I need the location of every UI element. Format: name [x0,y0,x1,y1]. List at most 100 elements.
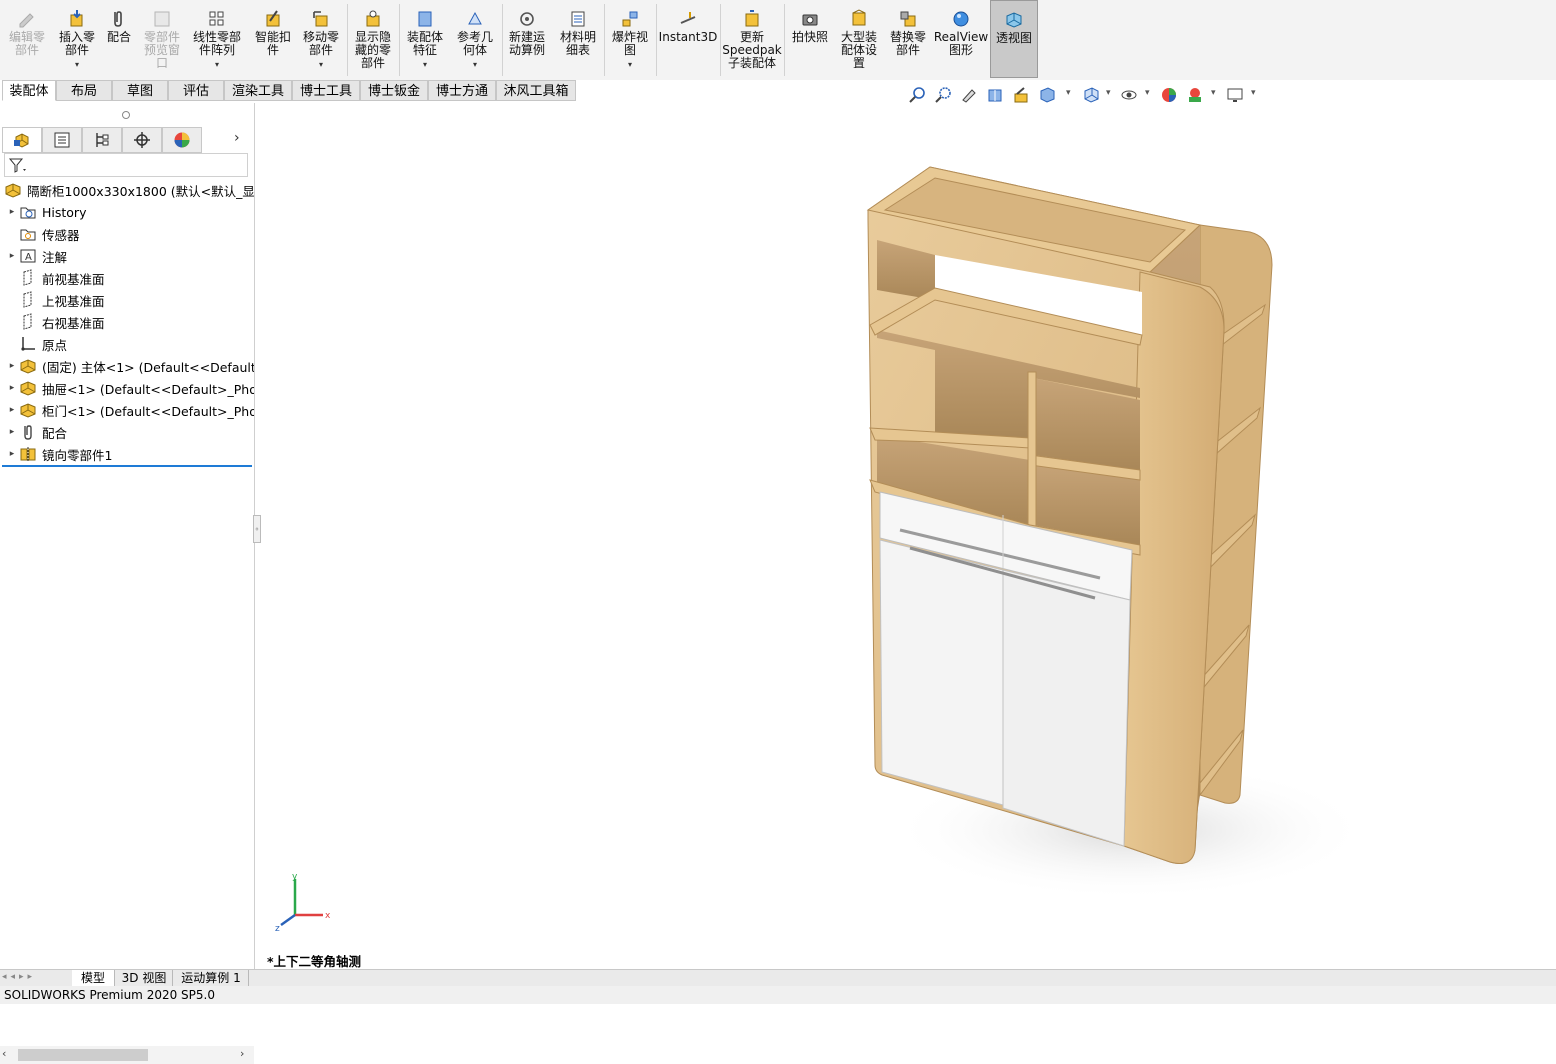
dropdown-arrow-icon[interactable]: ▾ [1066,88,1071,98]
bill-of-materials-button[interactable]: 材料明 细表 [554,0,602,78]
view-orientation-icon[interactable] [1038,86,1056,104]
tree-item[interactable]: ▸ (固定) 主体<1> (Default<<Default>_ [0,355,254,377]
dropdown-arrow-icon[interactable]: ▾ [1106,88,1111,98]
tree-item[interactable]: 传感器 [0,223,254,245]
tab-model[interactable]: 模型 [72,970,115,986]
tree-item[interactable]: 原点 [0,333,254,355]
show-hidden-components-button[interactable]: 显示隐 藏的零 部件 [350,0,396,78]
move-component-button[interactable]: 移动零 部件 ▾ [298,0,344,78]
dropdown-arrow-icon[interactable]: ▾ [423,58,427,71]
manager-tabs: › [0,127,254,155]
instant3d-icon [680,12,696,24]
tab-configurationmanager[interactable] [82,127,122,153]
propertymanager-tab-icon [54,132,70,148]
tab-boshi-tools[interactable]: 博士工具 [292,80,360,101]
previous-view-icon[interactable] [960,86,978,104]
tree-item[interactable]: ▸ 抽屉<1> (Default<<Default>_Photo [0,377,254,399]
dropdown-arrow-icon[interactable]: ▾ [628,58,632,71]
tab-motion-study[interactable]: 运动算例 1 [174,970,249,986]
dynamic-annotation-icon[interactable] [1012,86,1030,104]
dropdown-arrow-icon[interactable]: ▾ [1211,88,1216,98]
tab-mufeng-toolbox[interactable]: 沐风工具箱 [496,80,576,101]
cabinet-model[interactable] [255,103,1556,969]
ribbon-separator [656,4,657,76]
panel-grip-icon[interactable] [122,111,130,119]
replace-component-button[interactable]: 替换零 部件 [884,0,932,78]
tab-assembly[interactable]: 装配体 [2,80,56,101]
realview-graphics-button[interactable]: RealView 图形 [934,0,988,78]
smart-fastener-button[interactable]: 智能扣 件 [250,0,296,78]
dropdown-arrow-icon[interactable]: ▾ [319,58,323,71]
dropdown-arrow-icon[interactable]: ▾ [75,58,79,71]
scroll-left-icon[interactable]: ‹ [2,1047,6,1060]
expand-arrow-icon[interactable]: ▸ [5,251,19,261]
reference-geometry-button[interactable]: 参考几 何体 ▾ [450,0,500,78]
tab-layout[interactable]: 布局 [56,80,112,101]
door-left[interactable] [879,539,1004,806]
tab-scroll-arrows-icon[interactable]: ◂◂▸▸ [2,972,36,982]
mate-button[interactable]: 配合 [102,0,136,78]
zoom-to-fit-icon[interactable] [908,86,926,104]
assembly-feature-button[interactable]: 装配体 特征 ▾ [402,0,448,78]
tree-item[interactable]: 前视基准面 [0,267,254,289]
tab-displaymanager[interactable] [162,127,202,153]
tree-item[interactable]: ▸ 镜向零部件1 [0,443,254,465]
rollback-bar[interactable] [2,465,252,467]
new-motion-study-button[interactable]: 新建运 动算例 [504,0,550,78]
chevron-right-icon[interactable]: › [234,130,240,146]
dropdown-arrow-icon[interactable]: ▾ [215,58,219,71]
expand-arrow-icon[interactable]: ▸ [5,427,19,437]
tab-propertymanager[interactable] [42,127,82,153]
dropdown-arrow-icon[interactable]: ▾ [1251,88,1256,98]
tree-item[interactable]: ▸ 配合 [0,421,254,443]
graphics-area[interactable]: y x z [255,103,1556,969]
dropdown-arrow-icon[interactable]: ▾ [1145,88,1150,98]
expand-arrow-icon[interactable]: ▸ [5,405,19,415]
horizontal-scrollbar[interactable]: ‹ › [0,1046,254,1064]
tree-item-label: 原点 [42,337,68,353]
view-settings-icon[interactable] [1226,86,1244,104]
tree-item[interactable]: 上视基准面 [0,289,254,311]
filter-icon [8,158,26,173]
large-assembly-settings-button[interactable]: 大型装 配体设 置 [836,0,882,78]
tab-boshi-sheetmetal[interactable]: 博士钣金 [360,80,428,101]
expand-arrow-icon[interactable]: ▸ [5,207,19,217]
insert-component-button[interactable]: 插入零 部件 ▾ [54,0,100,78]
linear-pattern-button[interactable]: 线性零部 件阵列 ▾ [188,0,246,78]
expand-arrow-icon[interactable]: ▸ [5,449,19,459]
tree-item[interactable]: ▸ 柜门<1> (Default<<Default>_Photo [0,399,254,421]
perspective-view-button[interactable]: 透视图 [990,0,1038,78]
update-speedpak-button[interactable]: 更新 Speedpak 子装配体 [722,0,782,78]
edit-appearance-icon[interactable] [1160,86,1178,104]
section-view-icon[interactable] [986,86,1004,104]
display-style-icon[interactable] [1082,86,1100,104]
tree-item-label: 前视基准面 [42,271,105,287]
tab-dimxpert[interactable] [122,127,162,153]
tab-sketch[interactable]: 草图 [112,80,168,101]
tab-3d-view[interactable]: 3D 视图 [116,970,173,986]
exploded-view-button[interactable]: 爆炸视 图 ▾ [606,0,654,78]
expand-arrow-icon[interactable]: ▸ [5,383,19,393]
component-preview-icon [154,11,170,27]
apply-scene-icon[interactable] [1186,86,1204,104]
tree-item[interactable]: ▸ History [0,201,254,223]
dropdown-arrow-icon[interactable]: ▾ [473,58,477,71]
tab-evaluate[interactable]: 评估 [168,80,224,101]
take-snapshot-button[interactable]: 拍快照 [786,0,834,78]
door-right[interactable] [1002,569,1131,847]
hide-show-items-icon[interactable] [1120,86,1138,104]
component-preview-button[interactable]: 零部件 预览窗 口 [138,0,186,78]
edit-component-button[interactable]: 编辑零 部件 [2,0,52,78]
tree-item[interactable]: ▸ A 注解 [0,245,254,267]
tab-featuremanager[interactable] [2,127,42,153]
tree-root-assembly[interactable]: 隔断柜1000x330x1800 (默认<默认_显示状 [0,179,254,201]
zoom-to-area-icon[interactable] [934,86,952,104]
scroll-right-icon[interactable]: › [240,1047,244,1060]
feature-tree-filter[interactable] [4,153,248,177]
instant3d-button[interactable]: Instant3D [658,0,718,78]
tab-boshi-tube[interactable]: 博士方通 [428,80,496,101]
tab-render-tools[interactable]: 渲染工具 [224,80,292,101]
tree-item[interactable]: 右视基准面 [0,311,254,333]
scrollbar-thumb[interactable] [18,1049,148,1061]
expand-arrow-icon[interactable]: ▸ [5,361,19,371]
